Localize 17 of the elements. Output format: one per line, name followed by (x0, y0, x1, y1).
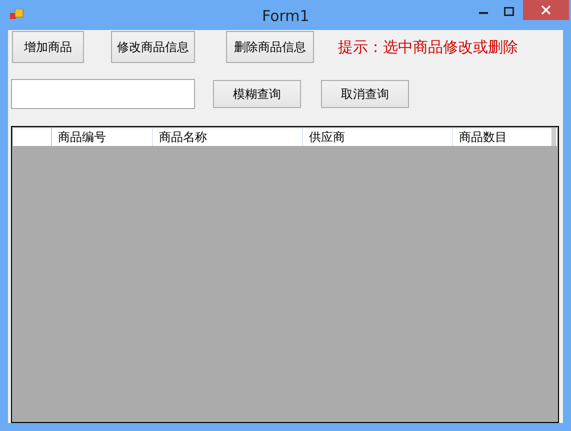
column-header[interactable]: 商品编号 (52, 128, 153, 146)
search-field[interactable] (11, 79, 195, 109)
minimize-icon (478, 10, 488, 14)
search-button[interactable]: 模糊查询 (213, 80, 301, 108)
scrollbar (552, 128, 556, 146)
column-header[interactable]: 商品名称 (153, 128, 303, 146)
app-icon (10, 9, 24, 21)
close-icon (541, 5, 551, 15)
hint-text: 提示：选中商品修改或删除 (338, 36, 518, 58)
column-header[interactable]: 供应商 (303, 128, 453, 146)
toolbar-button[interactable]: 增加商品 (12, 31, 84, 63)
toolbar-button[interactable]: 修改商品信息 (111, 31, 195, 63)
close-button[interactable] (523, 0, 569, 20)
toolbar-button[interactable]: 删除商品信息 (226, 31, 314, 63)
window-title: Form1 (262, 6, 310, 27)
maximize-icon (504, 6, 514, 16)
search-button[interactable]: 取消查询 (321, 80, 409, 108)
